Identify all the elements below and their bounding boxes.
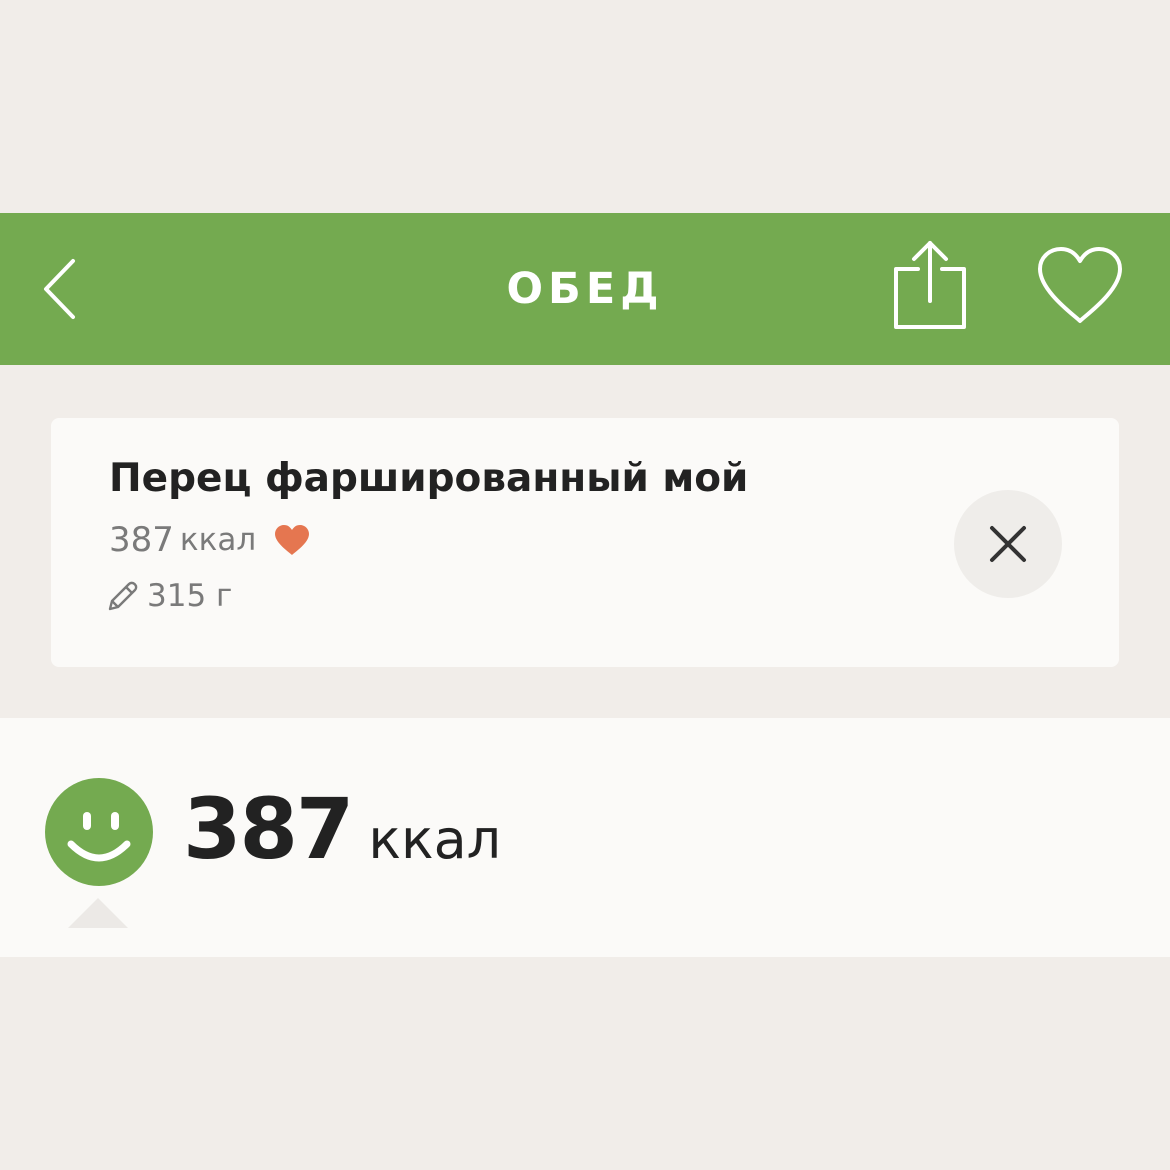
total-kcal-value: 387 xyxy=(183,780,354,878)
remove-item-button[interactable] xyxy=(954,490,1062,598)
indicator-pointer xyxy=(68,898,128,928)
meal-item-kcal-unit: ккал xyxy=(179,522,257,558)
total-calories: 387 ккал xyxy=(183,780,501,878)
meal-item-name: Перец фаршированный мой xyxy=(109,456,749,501)
page-title: ОБЕД xyxy=(506,264,664,314)
smiley-icon xyxy=(45,778,153,886)
meal-item-card[interactable]: Перец фаршированный мой 387 ккал 315 г xyxy=(51,418,1119,667)
close-icon xyxy=(990,526,1026,562)
meal-item-kcal-value: 387 xyxy=(109,520,174,560)
top-bar: ОБЕД xyxy=(0,213,1170,365)
total-kcal-unit: ккал xyxy=(368,808,502,871)
chevron-left-icon xyxy=(44,259,75,319)
share-button[interactable] xyxy=(880,229,980,339)
calories-summary: 387 ккал xyxy=(0,718,1170,957)
favorite-button[interactable] xyxy=(1030,235,1130,335)
pencil-icon xyxy=(108,581,138,611)
meal-item-calories: 387 ккал xyxy=(109,520,310,560)
back-button[interactable] xyxy=(30,241,90,337)
meal-item-weight-edit[interactable]: 315 г xyxy=(107,578,232,614)
meal-item-weight: 315 г xyxy=(147,578,233,614)
share-icon xyxy=(894,241,966,329)
heart-outline-icon xyxy=(1038,247,1122,323)
favorite-heart-icon xyxy=(274,524,310,556)
